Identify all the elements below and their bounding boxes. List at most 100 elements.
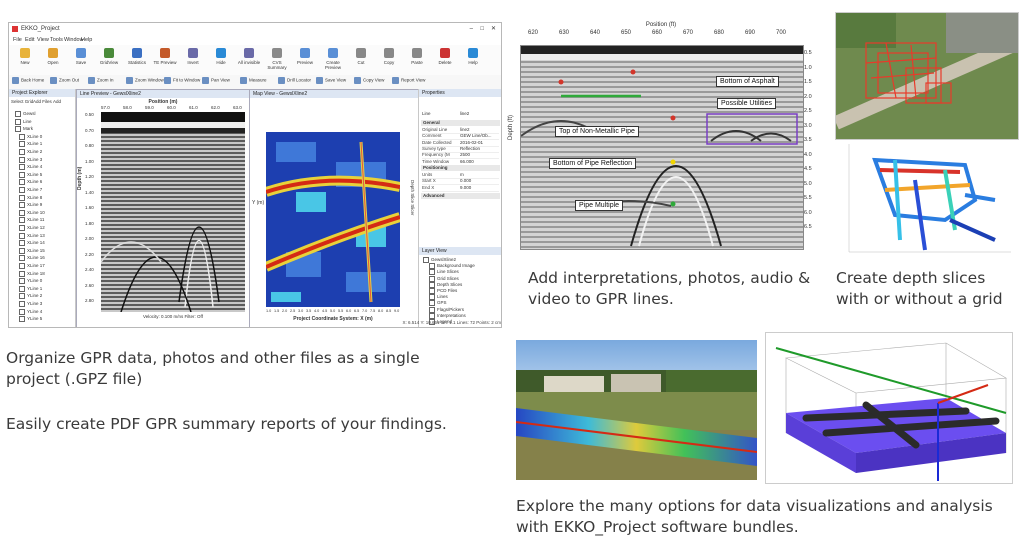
tree-item[interactable]: XLine 8 — [19, 194, 42, 201]
toolbar-button-2[interactable]: Zoom In — [88, 77, 114, 84]
toolbar-button-10[interactable]: Report View — [392, 77, 425, 84]
ribbon-button-3[interactable]: GridView — [96, 48, 122, 65]
menu-help[interactable]: Help — [81, 35, 92, 45]
ribbon-button-7[interactable]: Hide — [208, 48, 234, 65]
checkbox-icon[interactable] — [19, 293, 25, 300]
tree-item[interactable]: Gewsl — [15, 111, 36, 117]
toolbar-button-4[interactable]: Fit to Window — [164, 77, 200, 84]
layer-item[interactable]: Background Image — [429, 263, 475, 270]
ribbon-button-8[interactable]: All invisible — [236, 48, 262, 65]
checkbox-icon[interactable] — [19, 240, 25, 247]
checkbox-icon[interactable] — [429, 288, 435, 294]
checkbox-icon[interactable] — [19, 278, 25, 285]
checkbox-icon[interactable] — [19, 316, 25, 323]
checkbox-icon[interactable] — [15, 118, 21, 125]
checkbox-icon[interactable] — [19, 225, 25, 231]
checkbox-icon[interactable] — [19, 202, 25, 209]
tree-item[interactable]: XLine 7 — [19, 187, 42, 193]
tree-item[interactable]: YLine 4 — [19, 308, 42, 315]
maximize-icon[interactable]: □ — [480, 23, 484, 35]
checkbox-icon[interactable] — [429, 281, 435, 288]
tree-item[interactable]: Line — [15, 118, 32, 125]
checkbox-icon[interactable] — [429, 275, 435, 282]
checkbox-icon[interactable] — [19, 149, 25, 155]
properties-positioning-header[interactable]: Positioning — [421, 165, 500, 171]
tree-item[interactable]: XLine 9 — [19, 202, 42, 209]
checkbox-icon[interactable] — [19, 209, 25, 216]
tree-item[interactable]: XLine 14 — [19, 240, 45, 247]
checkbox-icon[interactable] — [15, 126, 21, 133]
positioning-row[interactable]: End X 9.000 — [422, 185, 499, 192]
add-files-button[interactable]: Add Files — [33, 99, 52, 104]
tree-item[interactable]: XLine 17 — [19, 263, 45, 269]
toolbar-button-7[interactable]: Drill Locator — [278, 77, 311, 84]
checkbox-icon[interactable] — [429, 306, 435, 313]
checkbox-icon[interactable] — [19, 308, 25, 315]
ribbon-button-12[interactable]: Cut — [348, 48, 374, 65]
checkbox-icon[interactable] — [19, 270, 25, 277]
ribbon-button-11[interactable]: Create Preview — [320, 48, 346, 70]
layer-item[interactable]: Interpretations — [429, 312, 466, 319]
tree-item[interactable]: XLine 12 — [19, 225, 45, 231]
ribbon-button-1[interactable]: Open — [40, 48, 66, 65]
ribbon-button-9[interactable]: CVS Summary — [264, 48, 290, 70]
aerial-depth-slice[interactable] — [835, 12, 1019, 140]
layer-item[interactable]: GewslXline2 — [423, 257, 456, 263]
gpr-radargram[interactable]: Bottom of Asphalt Possible Utilities Top… — [520, 45, 804, 250]
tree-item[interactable]: YLine 3 — [19, 301, 42, 307]
tree-item[interactable]: YLine 2 — [19, 293, 42, 300]
annotation-possible-utilities[interactable]: Possible Utilities — [717, 98, 776, 109]
radargram[interactable] — [101, 112, 245, 312]
checkbox-icon[interactable] — [429, 312, 435, 319]
annotation-top-of-pipe[interactable]: Top of Non-Metallic Pipe — [555, 126, 639, 137]
tree-item[interactable]: Mark — [15, 126, 33, 133]
add-button[interactable]: Add — [53, 99, 61, 104]
ribbon-button-15[interactable]: Delete — [432, 48, 458, 65]
checkbox-icon[interactable] — [19, 171, 25, 178]
tree-item[interactable]: YLine 0 — [19, 278, 42, 285]
checkbox-icon[interactable] — [19, 194, 25, 201]
ribbon-button-4[interactable]: Statistics — [124, 48, 150, 65]
layer-item[interactable]: Depth Slices — [429, 281, 462, 288]
annotation-pipe-multiple[interactable]: Pipe Multiple — [575, 200, 624, 211]
toolbar-button-0[interactable]: Back Home — [12, 77, 44, 84]
ribbon-button-0[interactable]: New — [12, 48, 38, 65]
checkbox-icon[interactable] — [19, 247, 25, 254]
tree-item[interactable]: XLine 16 — [19, 255, 45, 262]
layer-item[interactable]: Lines — [429, 294, 448, 301]
3d-visualization[interactable] — [765, 332, 1013, 484]
depth-slice-map[interactable] — [266, 132, 400, 307]
toolbar-button-8[interactable]: Save View — [316, 77, 346, 84]
tree-item[interactable]: XLine 2 — [19, 149, 42, 155]
tree-item[interactable]: XLine 11 — [19, 217, 44, 224]
menu-tools[interactable]: Tools — [50, 35, 63, 45]
ribbon-button-2[interactable]: Save — [68, 48, 94, 65]
checkbox-icon[interactable] — [19, 263, 25, 269]
layer-item[interactable]: Grid Slices — [429, 275, 459, 282]
checkbox-icon[interactable] — [19, 179, 25, 186]
checkbox-icon[interactable] — [429, 300, 435, 307]
ribbon-button-6[interactable]: Invert — [180, 48, 206, 65]
tree-item[interactable]: XLine 1 — [19, 141, 42, 148]
tree-item[interactable]: YLine 5 — [19, 316, 42, 323]
toolbar-button-1[interactable]: Zoom Out — [50, 77, 79, 84]
ribbon-button-14[interactable]: Paste — [404, 48, 430, 65]
select-grid-button[interactable]: Select Grid — [11, 99, 33, 104]
tree-item[interactable]: XLine 6 — [19, 179, 42, 186]
tree-item[interactable]: XLine 4 — [19, 164, 42, 171]
annotation-bottom-of-pipe[interactable]: Bottom of Pipe Reflection — [549, 158, 636, 169]
layer-item[interactable]: GPS — [429, 300, 447, 307]
checkbox-icon[interactable] — [19, 156, 25, 163]
checkbox-icon[interactable] — [19, 164, 25, 171]
minimize-icon[interactable]: – — [470, 23, 473, 35]
ribbon-button-13[interactable]: Copy — [376, 48, 402, 65]
checkbox-icon[interactable] — [19, 141, 25, 148]
checkbox-icon[interactable] — [423, 257, 429, 263]
checkbox-icon[interactable] — [19, 255, 25, 262]
tree-item[interactable]: XLine 5 — [19, 171, 42, 178]
checkbox-icon[interactable] — [19, 301, 25, 307]
menu-file[interactable]: File — [13, 35, 22, 45]
checkbox-icon[interactable] — [19, 285, 25, 292]
toolbar-button-3[interactable]: Zoom Window — [126, 77, 164, 84]
tree-item[interactable]: XLine 18 — [19, 270, 45, 277]
